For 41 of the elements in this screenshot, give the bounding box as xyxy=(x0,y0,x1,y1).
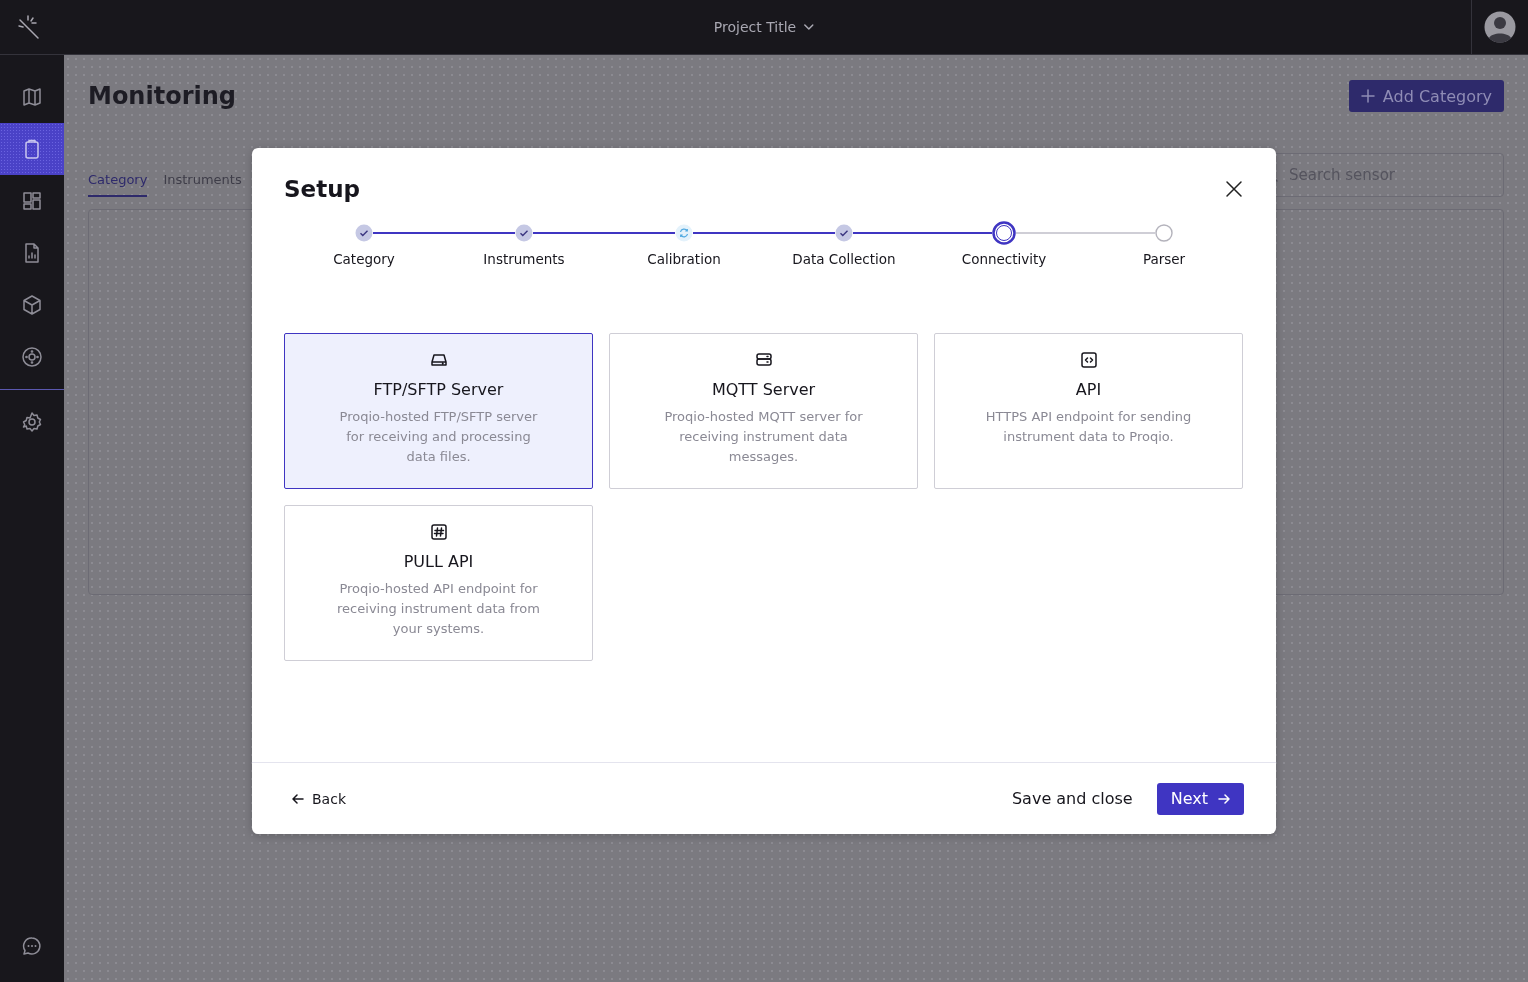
back-button[interactable]: Back xyxy=(292,790,346,807)
option-card[interactable]: PULL API Proqio-hosted API endpoint for receiving instrument data from your systems. xyxy=(284,505,593,661)
dotted-circle-icon xyxy=(21,346,43,368)
map-icon xyxy=(21,86,43,108)
chat-icon xyxy=(21,935,43,957)
option-card[interactable]: MQTT Server Proqio-hosted MQTT server for receiving instrument data messages. xyxy=(609,333,918,489)
chevron-down-icon xyxy=(804,24,815,30)
hashtag-icon xyxy=(428,522,449,542)
arrow-right-icon xyxy=(1218,793,1230,804)
option-card[interactable]: FTP/SFTP Server Proqio-hosted FTP/SFTP server for receiving and processing data files. xyxy=(284,333,593,489)
arrow-left-icon xyxy=(292,793,304,804)
avatar-icon[interactable] xyxy=(1484,11,1516,43)
step-label: Data Collection xyxy=(792,251,896,267)
step-label: Calibration xyxy=(647,251,721,267)
close-button[interactable] xyxy=(1224,179,1244,199)
step-label: Category xyxy=(333,251,395,267)
save-and-close-button[interactable]: Save and close xyxy=(1005,788,1139,809)
option-title: API xyxy=(1075,380,1102,399)
sidebar-item[interactable] xyxy=(0,123,64,175)
settings-icon xyxy=(21,411,43,433)
option-description: Proqio-hosted MQTT server for receiving instrument data messages. xyxy=(663,408,864,466)
option-description: Proqio-hosted FTP/SFTP server for receiving and processing data files. xyxy=(338,408,539,466)
dashboard-icon xyxy=(21,190,43,212)
modal-title: Setup xyxy=(284,176,360,202)
option-title: FTP/SFTP Server xyxy=(373,380,504,399)
next-button[interactable]: Next xyxy=(1156,782,1244,815)
option-title: MQTT Server xyxy=(711,380,816,399)
cube-icon xyxy=(21,294,43,316)
project-title-dropdown[interactable]: Project Title xyxy=(707,18,821,36)
add-category-button[interactable]: Add Category xyxy=(1348,80,1504,112)
option-card[interactable]: API HTTPS API endpoint for sending instrument data to Proqio. xyxy=(934,333,1243,489)
step-label: Instruments xyxy=(483,251,565,267)
option-title: PULL API xyxy=(403,552,474,571)
step-label: Connectivity xyxy=(961,251,1047,267)
logo-icon xyxy=(16,14,42,40)
page-title: Monitoring xyxy=(88,82,236,110)
step-label: Parser xyxy=(1142,251,1186,267)
option-description: Proqio-hosted API endpoint for receiving instrument data from your systems. xyxy=(336,580,541,638)
plus-icon xyxy=(1360,89,1375,103)
code-icon xyxy=(1078,350,1099,370)
option-description: HTTPS API endpoint for sending instrument data to Proqio. xyxy=(984,408,1193,446)
